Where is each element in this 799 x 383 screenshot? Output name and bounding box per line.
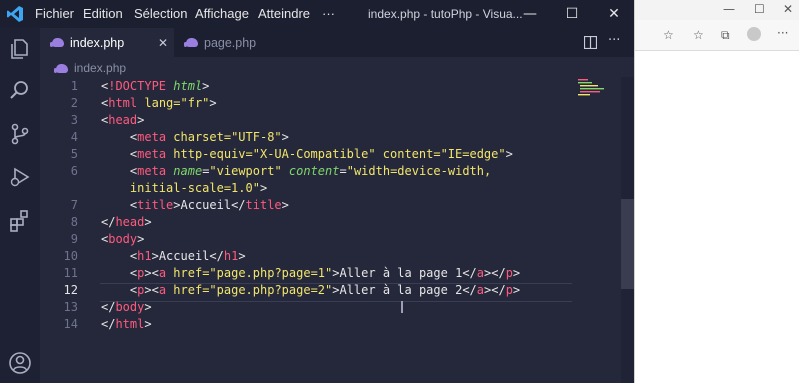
line-number: 8 (70, 215, 78, 229)
browser-window: — ☐ ✕ ☆ ☆ ⧉ ··· (634, 0, 799, 383)
text-cursor-icon (401, 301, 403, 313)
code-line[interactable]: </body> (101, 299, 152, 316)
title-bar: Fichier Edition Sélection Affichage Atte… (0, 0, 634, 28)
search-icon[interactable] (7, 77, 33, 103)
line-number: 9 (70, 232, 78, 246)
menu-atteindre[interactable]: Atteindre (258, 6, 310, 21)
line-number: 11 (63, 266, 78, 280)
code-line[interactable]: initial-scale=1.0"> (101, 180, 267, 197)
menu-affichage[interactable]: Affichage (195, 6, 249, 21)
menu-selection[interactable]: Sélection (134, 6, 187, 21)
close-icon[interactable]: ✕ (783, 2, 793, 16)
line-number: 3 (70, 113, 78, 127)
files-icon[interactable] (7, 36, 33, 62)
line-number: 5 (70, 147, 78, 161)
editor-tabs: index.php ✕ page.php ··· (40, 28, 634, 57)
collections-icon[interactable]: ⧉ (721, 28, 730, 43)
code-line[interactable]: <meta name="viewport" content="width=dev… (101, 163, 491, 180)
code-line[interactable]: <html lang="fr"> (101, 95, 217, 112)
code-line[interactable]: <title>Accueil</title> (101, 197, 289, 214)
code-line[interactable]: <meta http-equiv="X-UA-Compatible" conte… (101, 146, 513, 163)
close-window-button[interactable]: ✕ (594, 0, 634, 28)
line-number: 1 (70, 79, 78, 93)
code-line[interactable]: <meta charset="UTF-8"> (101, 129, 289, 146)
favorite-star-icon[interactable]: ☆ (663, 28, 674, 42)
line-number: 12 (63, 283, 78, 297)
line-number: 14 (63, 317, 78, 331)
more-icon[interactable]: ··· (777, 26, 788, 40)
close-icon: ✕ (608, 6, 620, 22)
more-actions-icon[interactable]: ··· (608, 33, 620, 48)
breadcrumb-file: index.php (74, 61, 127, 75)
php-elephant-icon (184, 38, 198, 47)
code-line[interactable]: <head> (101, 112, 144, 129)
scrollbar-thumb[interactable] (621, 199, 634, 289)
line-number: 2 (70, 96, 78, 110)
code-line[interactable]: <h1>Accueil</h1> (101, 248, 246, 265)
browser-title-bar: — ☐ ✕ (635, 0, 799, 20)
account-icon[interactable] (7, 350, 33, 376)
menu-fichier[interactable]: Fichier (35, 6, 74, 21)
php-elephant-icon (50, 38, 64, 47)
tab-index-php[interactable]: index.php ✕ (40, 28, 174, 57)
menu-edition[interactable]: Edition (83, 6, 123, 21)
vscode-logo-icon (7, 6, 23, 22)
activity-bar (0, 28, 40, 383)
breadcrumb[interactable]: index.php (54, 61, 127, 75)
maximize-button[interactable]: ☐ (552, 0, 592, 28)
code-line[interactable]: </head> (101, 214, 152, 231)
maximize-icon: ☐ (565, 6, 579, 22)
maximize-icon[interactable]: ☐ (754, 2, 765, 16)
tab-label: index.php (70, 35, 125, 50)
extensions-icon[interactable] (7, 207, 33, 233)
code-line[interactable]: <!DOCTYPE html> (101, 78, 209, 95)
code-line[interactable]: <p><a href="page.php?page=1">Aller à la … (101, 265, 520, 282)
minimize-button[interactable]: — (510, 0, 550, 28)
line-number: 7 (70, 198, 78, 212)
favorites-icon[interactable]: ☆ (693, 28, 704, 42)
menu-more[interactable]: ··· (322, 6, 335, 21)
minimap[interactable] (578, 78, 610, 98)
code-line[interactable]: <body> (101, 231, 144, 248)
line-number (46, 180, 78, 197)
line-number: 4 (70, 130, 78, 144)
line-number: 6 (70, 164, 78, 178)
line-number: 13 (63, 300, 78, 314)
window-title: index.php - tutoPhp - Visua... (368, 7, 523, 21)
avatar[interactable] (747, 27, 761, 41)
code-line[interactable]: <p><a href="page.php?page=2">Aller à la … (101, 282, 520, 299)
code-line[interactable]: </html> (101, 316, 152, 333)
minimize-icon[interactable]: — (723, 2, 735, 16)
browser-toolbar: ☆ ☆ ⧉ ··· (635, 20, 799, 51)
vscode-window: Fichier Edition Sélection Affichage Atte… (0, 0, 634, 383)
tab-label: page.php (204, 35, 257, 50)
php-elephant-icon (54, 63, 68, 73)
run-debug-icon[interactable] (7, 164, 33, 190)
line-number: 10 (63, 249, 78, 263)
source-control-icon[interactable] (7, 121, 33, 147)
close-tab-icon[interactable]: ✕ (158, 36, 168, 50)
split-editor-icon[interactable] (584, 36, 597, 49)
tab-page-php[interactable]: page.php (174, 28, 294, 57)
minimize-icon: — (523, 6, 537, 22)
